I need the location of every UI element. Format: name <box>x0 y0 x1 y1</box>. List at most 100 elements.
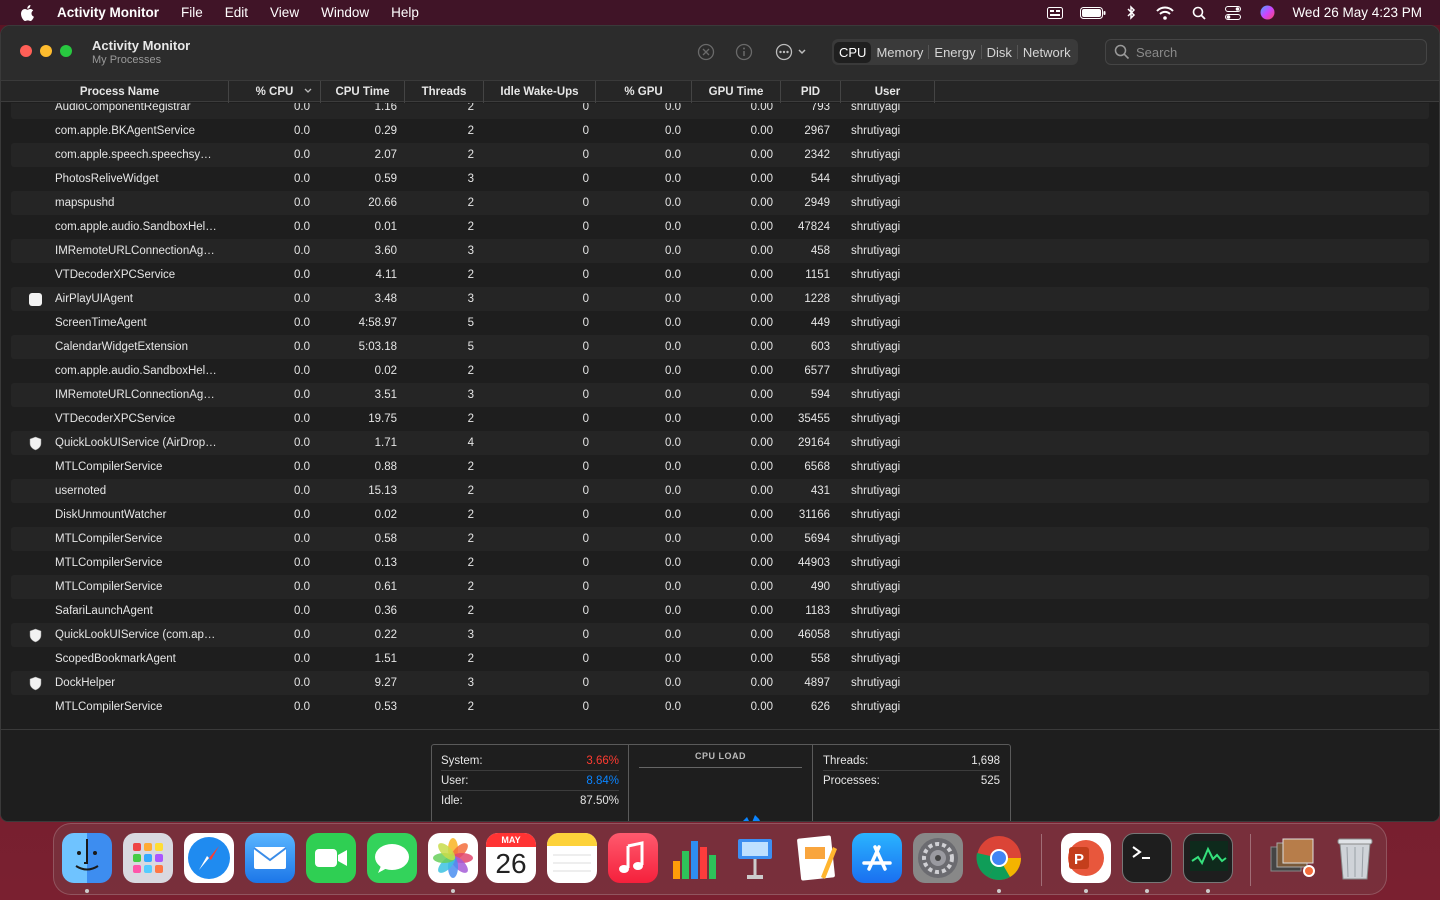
col-user[interactable]: User <box>841 81 935 103</box>
table-row[interactable]: IMRemoteURLConnectionAg… 0.0 3.51 3 0 0.0 0.00… <box>1 383 1439 407</box>
table-row[interactable]: com.apple.speech.speechsy… 0.0 2.07 2 0 0.0 0.… <box>1 143 1439 167</box>
messages-icon[interactable] <box>367 833 417 883</box>
photos-icon[interactable] <box>428 833 478 883</box>
table-row[interactable]: IMRemoteURLConnectionAg… 0.0 3.60 3 0 0.0 0.00… <box>1 239 1439 263</box>
photo-stack-icon[interactable] <box>1267 833 1317 883</box>
table-row[interactable]: MTLCompilerService 0.0 0.61 2 0 0.0 0.00 490 shr… <box>1 575 1439 599</box>
more-actions-icon[interactable] <box>775 42 809 62</box>
process-name: usernoted <box>55 485 107 497</box>
table-row[interactable]: QuickLookUIService (AirDrop… 0.0 1.71 4 0 0.0… <box>1 431 1439 455</box>
stop-process-icon[interactable] <box>696 42 716 62</box>
tab-disk[interactable]: Disk <box>982 42 1017 63</box>
menu-clock[interactable]: Wed 26 May 4:23 PM <box>1292 5 1422 20</box>
control-center-icon[interactable] <box>1224 5 1242 20</box>
search-input[interactable] <box>1136 44 1416 60</box>
close-button[interactable] <box>20 45 32 57</box>
music-icon[interactable] <box>608 833 658 883</box>
pages-icon[interactable] <box>791 833 841 883</box>
table-row[interactable]: QuickLookUIService (com.ap… 0.0 0.22 3 0 0.0 0… <box>1 623 1439 647</box>
numbers-icon[interactable] <box>669 833 719 883</box>
tab-memory[interactable]: Memory <box>871 42 928 63</box>
table-row[interactable]: MTLCompilerService 0.0 0.58 2 0 0.0 0.00 5694 sh… <box>1 527 1439 551</box>
tab-cpu[interactable]: CPU <box>834 41 872 63</box>
process-name: com.apple.audio.SandboxHel… <box>55 365 217 377</box>
gpu-time-value: 0.00 <box>750 437 773 449</box>
table-row[interactable]: DiskUnmountWatcher 0.0 0.02 2 0 0.0 0.00 31166 s… <box>1 503 1439 527</box>
table-row[interactable]: com.apple.BKAgentService 0.0 0.29 2 0 0.0 0.00… <box>1 119 1439 143</box>
battery-icon[interactable] <box>1080 6 1106 20</box>
col-gpu-time[interactable]: GPU Time <box>692 81 781 103</box>
threads-value: 5 <box>467 317 474 329</box>
cpu-value: 0.0 <box>294 605 310 617</box>
col-pid[interactable]: PID <box>781 81 841 103</box>
col-threads[interactable]: Threads <box>405 81 484 103</box>
gpu-time-value: 0.00 <box>750 269 773 281</box>
table-row[interactable]: AirPlayUIAgent 0.0 3.48 3 0 0.0 0.00 1228 shruti… <box>1 287 1439 311</box>
mail-icon[interactable] <box>245 833 295 883</box>
table-row[interactable]: usernoted 0.0 15.13 2 0 0.0 0.00 431 shrutiyagi <box>1 479 1439 503</box>
finder-icon[interactable] <box>62 833 112 883</box>
input-menu-icon[interactable] <box>1046 6 1064 20</box>
siri-icon[interactable] <box>1258 5 1276 20</box>
facetime-icon[interactable] <box>306 833 356 883</box>
activity-monitor-icon[interactable] <box>1183 833 1233 883</box>
table-row[interactable]: AudioComponentRegistrar 0.0 1.16 2 0 0.0 0.00 7… <box>1 103 1439 119</box>
dock: MAY 26 P <box>53 823 1387 895</box>
table-row[interactable]: ScopedBookmarkAgent 0.0 1.51 2 0 0.0 0.00 558 sh… <box>1 647 1439 671</box>
process-rows: AudioComponentRegistrar 0.0 1.16 2 0 0.0 0.00 7… <box>1 103 1439 719</box>
pid-value: 558 <box>810 653 830 665</box>
col-gpu[interactable]: % GPU <box>596 81 692 103</box>
powerpoint-icon[interactable]: P <box>1061 833 1111 883</box>
threads-value: 2 <box>467 197 474 209</box>
app-store-icon[interactable] <box>852 833 902 883</box>
info-icon[interactable] <box>734 42 754 62</box>
menu-view[interactable]: View <box>270 5 299 20</box>
notes-icon[interactable] <box>547 833 597 883</box>
table-row[interactable]: ScreenTimeAgent 0.0 4:58.97 5 0 0.0 0.00 449 shr… <box>1 311 1439 335</box>
col-process-name[interactable]: Process Name <box>11 81 229 103</box>
cpu-time-value: 3.48 <box>374 293 397 305</box>
user-value: shrutiyagi <box>851 653 901 665</box>
gpu-time-value: 0.00 <box>750 581 773 593</box>
col-idle-wakeups[interactable]: Idle Wake-Ups <box>484 81 596 103</box>
spotlight-icon[interactable] <box>1190 6 1208 20</box>
keynote-icon[interactable] <box>730 833 780 883</box>
menu-window[interactable]: Window <box>321 5 369 20</box>
table-row[interactable]: mapspushd 0.0 20.66 2 0 0.0 0.00 2949 shrutiyagi <box>1 191 1439 215</box>
table-row[interactable]: SafariLaunchAgent 0.0 0.36 2 0 0.0 0.00 1183 shr… <box>1 599 1439 623</box>
menu-edit[interactable]: Edit <box>225 5 248 20</box>
trash-icon[interactable] <box>1330 833 1380 883</box>
system-preferences-icon[interactable] <box>913 833 963 883</box>
tab-energy[interactable]: Energy <box>929 42 980 63</box>
col-cpu-time[interactable]: CPU Time <box>321 81 405 103</box>
table-row[interactable]: MTLCompilerService 0.0 0.53 2 0 0.0 0.00 626 shr… <box>1 695 1439 719</box>
calendar-icon[interactable]: MAY 26 <box>486 833 536 883</box>
tab-network[interactable]: Network <box>1018 42 1076 63</box>
search-field[interactable] <box>1105 39 1427 65</box>
table-row[interactable]: com.apple.audio.SandboxHel… 0.0 0.02 2 0 0.0 0… <box>1 359 1439 383</box>
apple-menu-icon[interactable] <box>20 4 40 21</box>
launchpad-icon[interactable] <box>123 833 173 883</box>
terminal-icon[interactable] <box>1122 833 1172 883</box>
minimize-button[interactable] <box>40 45 52 57</box>
menu-help[interactable]: Help <box>391 5 419 20</box>
table-row[interactable]: CalendarWidgetExtension 0.0 5:03.18 5 0 0.0 0.… <box>1 335 1439 359</box>
table-row[interactable]: MTLCompilerService 0.0 0.13 2 0 0.0 0.00 44903 s… <box>1 551 1439 575</box>
table-row[interactable]: MTLCompilerService 0.0 0.88 2 0 0.0 0.00 6568 sh… <box>1 455 1439 479</box>
wifi-icon[interactable] <box>1156 6 1175 20</box>
table-row[interactable]: VTDecoderXPCService 0.0 4.11 2 0 0.0 0.00 1151 s… <box>1 263 1439 287</box>
table-row[interactable]: VTDecoderXPCService 0.0 19.75 2 0 0.0 0.00 3545… <box>1 407 1439 431</box>
menu-app-name[interactable]: Activity Monitor <box>57 5 159 20</box>
chrome-icon[interactable] <box>974 833 1024 883</box>
safari-icon[interactable] <box>184 833 234 883</box>
bluetooth-icon[interactable] <box>1122 5 1140 20</box>
col-cpu[interactable]: % CPU <box>229 81 321 103</box>
table-row[interactable]: com.apple.audio.SandboxHel… 0.0 0.01 2 0 0.0 0… <box>1 215 1439 239</box>
pid-value: 5694 <box>804 533 830 545</box>
menu-file[interactable]: File <box>181 5 203 20</box>
table-row[interactable]: DockHelper 0.0 9.27 3 0 0.0 0.00 4897 shrutiyagi <box>1 671 1439 695</box>
zoom-button[interactable] <box>60 45 72 57</box>
user-label: User: <box>441 775 469 787</box>
threads-value: 2 <box>467 557 474 569</box>
table-row[interactable]: PhotosReliveWidget 0.0 0.59 3 0 0.0 0.00 544 shr… <box>1 167 1439 191</box>
